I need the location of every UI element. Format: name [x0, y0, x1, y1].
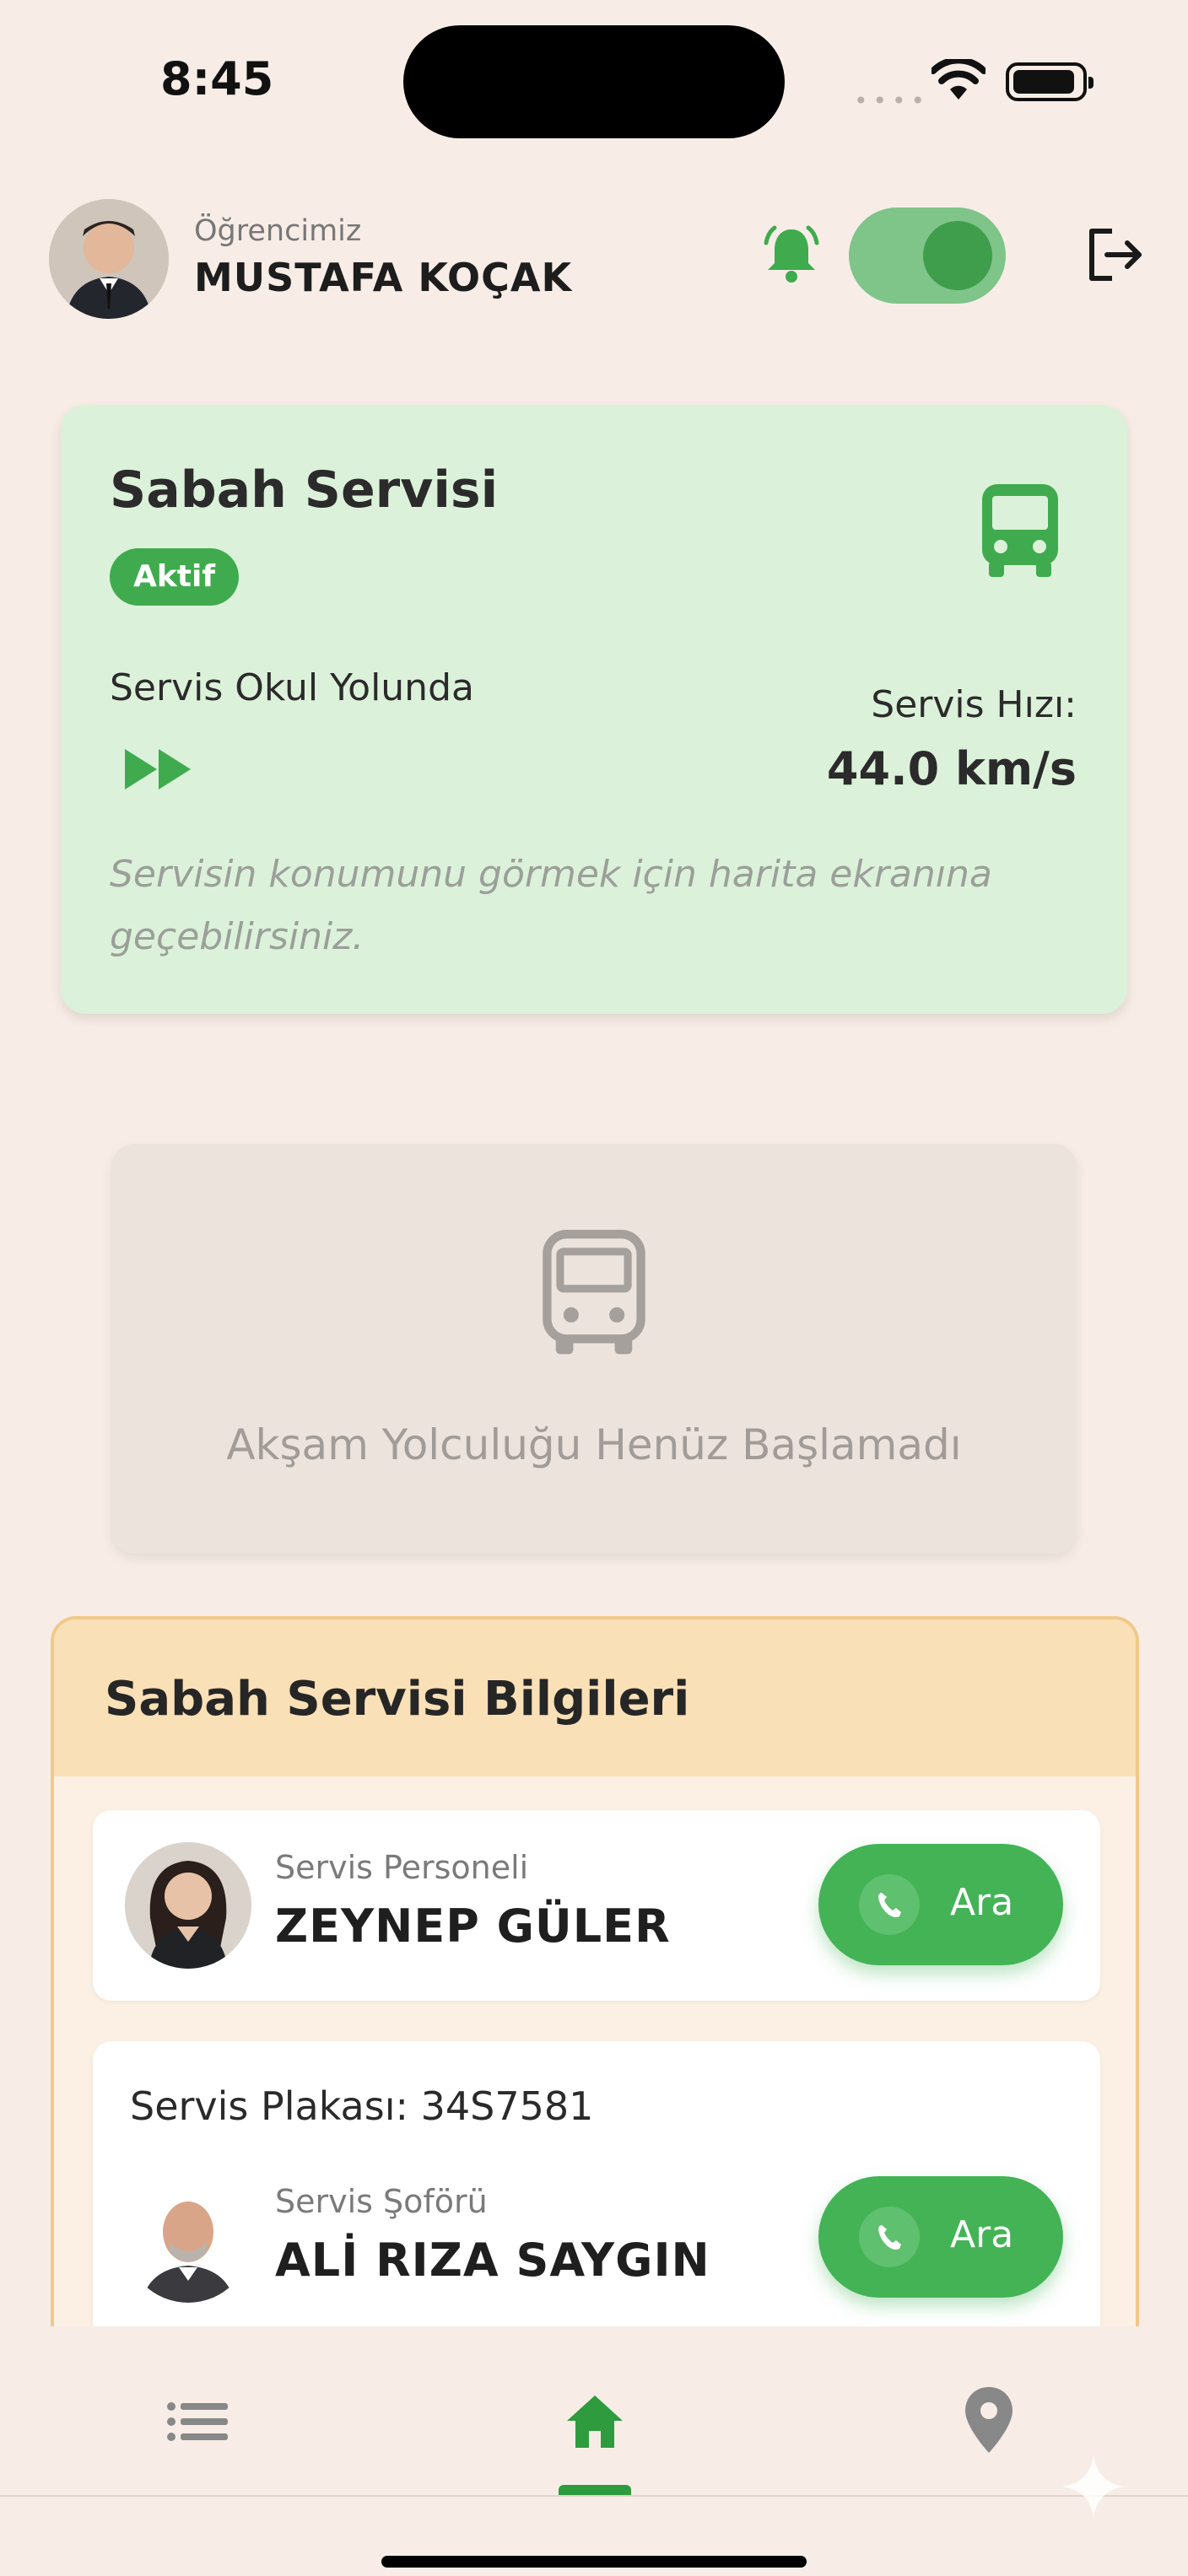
call-label: Ara: [950, 1881, 1014, 1924]
status-bar: 8:45 ••••: [0, 0, 1188, 169]
speed-label: Servis Hızı:: [871, 683, 1077, 726]
fast-forward-icon: [125, 749, 191, 790]
sparkle-icon: [1061, 2455, 1126, 2519]
driver-card: Servis Plakası: 34S7581 Servis Şoförü AL…: [93, 2041, 1100, 2345]
info-panel-title: Sabah Servisi Bilgileri: [105, 1672, 690, 1727]
morning-service-title: Sabah Servisi: [110, 461, 499, 520]
toggle-knob: [923, 221, 992, 290]
call-driver-button[interactable]: Ara: [818, 2176, 1063, 2298]
bus-icon: [982, 484, 1058, 577]
staff-avatar: [125, 1842, 251, 1969]
student-avatar[interactable]: [49, 199, 169, 319]
profile-header: Öğrencimiz MUSTAFA KOÇAK: [0, 186, 1188, 329]
location-pin-icon[interactable]: [962, 2385, 1016, 2455]
speed-value: 44.0 km/s: [826, 742, 1077, 795]
info-panel-header: Sabah Servisi Bilgileri: [54, 1619, 1136, 1776]
bus-icon: [543, 1230, 645, 1355]
battery-icon: [1006, 62, 1094, 101]
morning-service-card[interactable]: Sabah Servisi Aktif Servis Okul Yolunda …: [61, 405, 1127, 1014]
logout-icon[interactable]: [1083, 224, 1148, 285]
student-caption: Öğrencimiz: [194, 214, 362, 248]
call-staff-button[interactable]: Ara: [818, 1844, 1063, 1965]
call-label: Ara: [950, 2213, 1014, 2256]
student-name: MUSTAFA KOÇAK: [194, 255, 573, 300]
staff-card: Servis Personeli ZEYNEP GÜLER Ara: [93, 1810, 1100, 2001]
staff-name: ZEYNEP GÜLER: [275, 1900, 671, 1953]
home-indicator: [381, 2556, 807, 2568]
map-hint-text: Servisin konumunu görmek için harita ekr…: [110, 853, 992, 958]
evening-service-card: Akşam Yolculuğu Henüz Başlamadı: [111, 1144, 1077, 1554]
staff-role: Servis Personeli: [275, 1849, 529, 1886]
active-tab-indicator: [559, 2485, 631, 2495]
driver-role: Servis Şoförü: [275, 2183, 488, 2220]
signal-icon: ••••: [854, 87, 931, 115]
plate-number: Servis Plakası: 34S7581: [130, 2083, 594, 2129]
notification-bell-icon[interactable]: [759, 224, 824, 285]
notification-toggle[interactable]: [849, 207, 1006, 304]
status-time: 8:45: [160, 52, 274, 105]
list-icon[interactable]: [167, 2402, 230, 2441]
bottom-navigation: [0, 2326, 1188, 2576]
home-icon[interactable]: [564, 2392, 626, 2451]
status-badge: Aktif: [110, 548, 240, 606]
evening-service-message: Akşam Yolculuğu Henüz Başlamadı: [226, 1420, 962, 1469]
driver-name: ALİ RIZA SAYGIN: [275, 2234, 710, 2287]
dynamic-island: [403, 25, 785, 138]
driver-avatar: [125, 2176, 251, 2303]
phone-icon: [859, 1874, 920, 1935]
wifi-icon: [932, 59, 986, 100]
phone-icon: [859, 2207, 920, 2267]
nav-divider: [0, 2495, 1188, 2497]
service-status-text: Servis Okul Yolunda: [110, 666, 474, 709]
